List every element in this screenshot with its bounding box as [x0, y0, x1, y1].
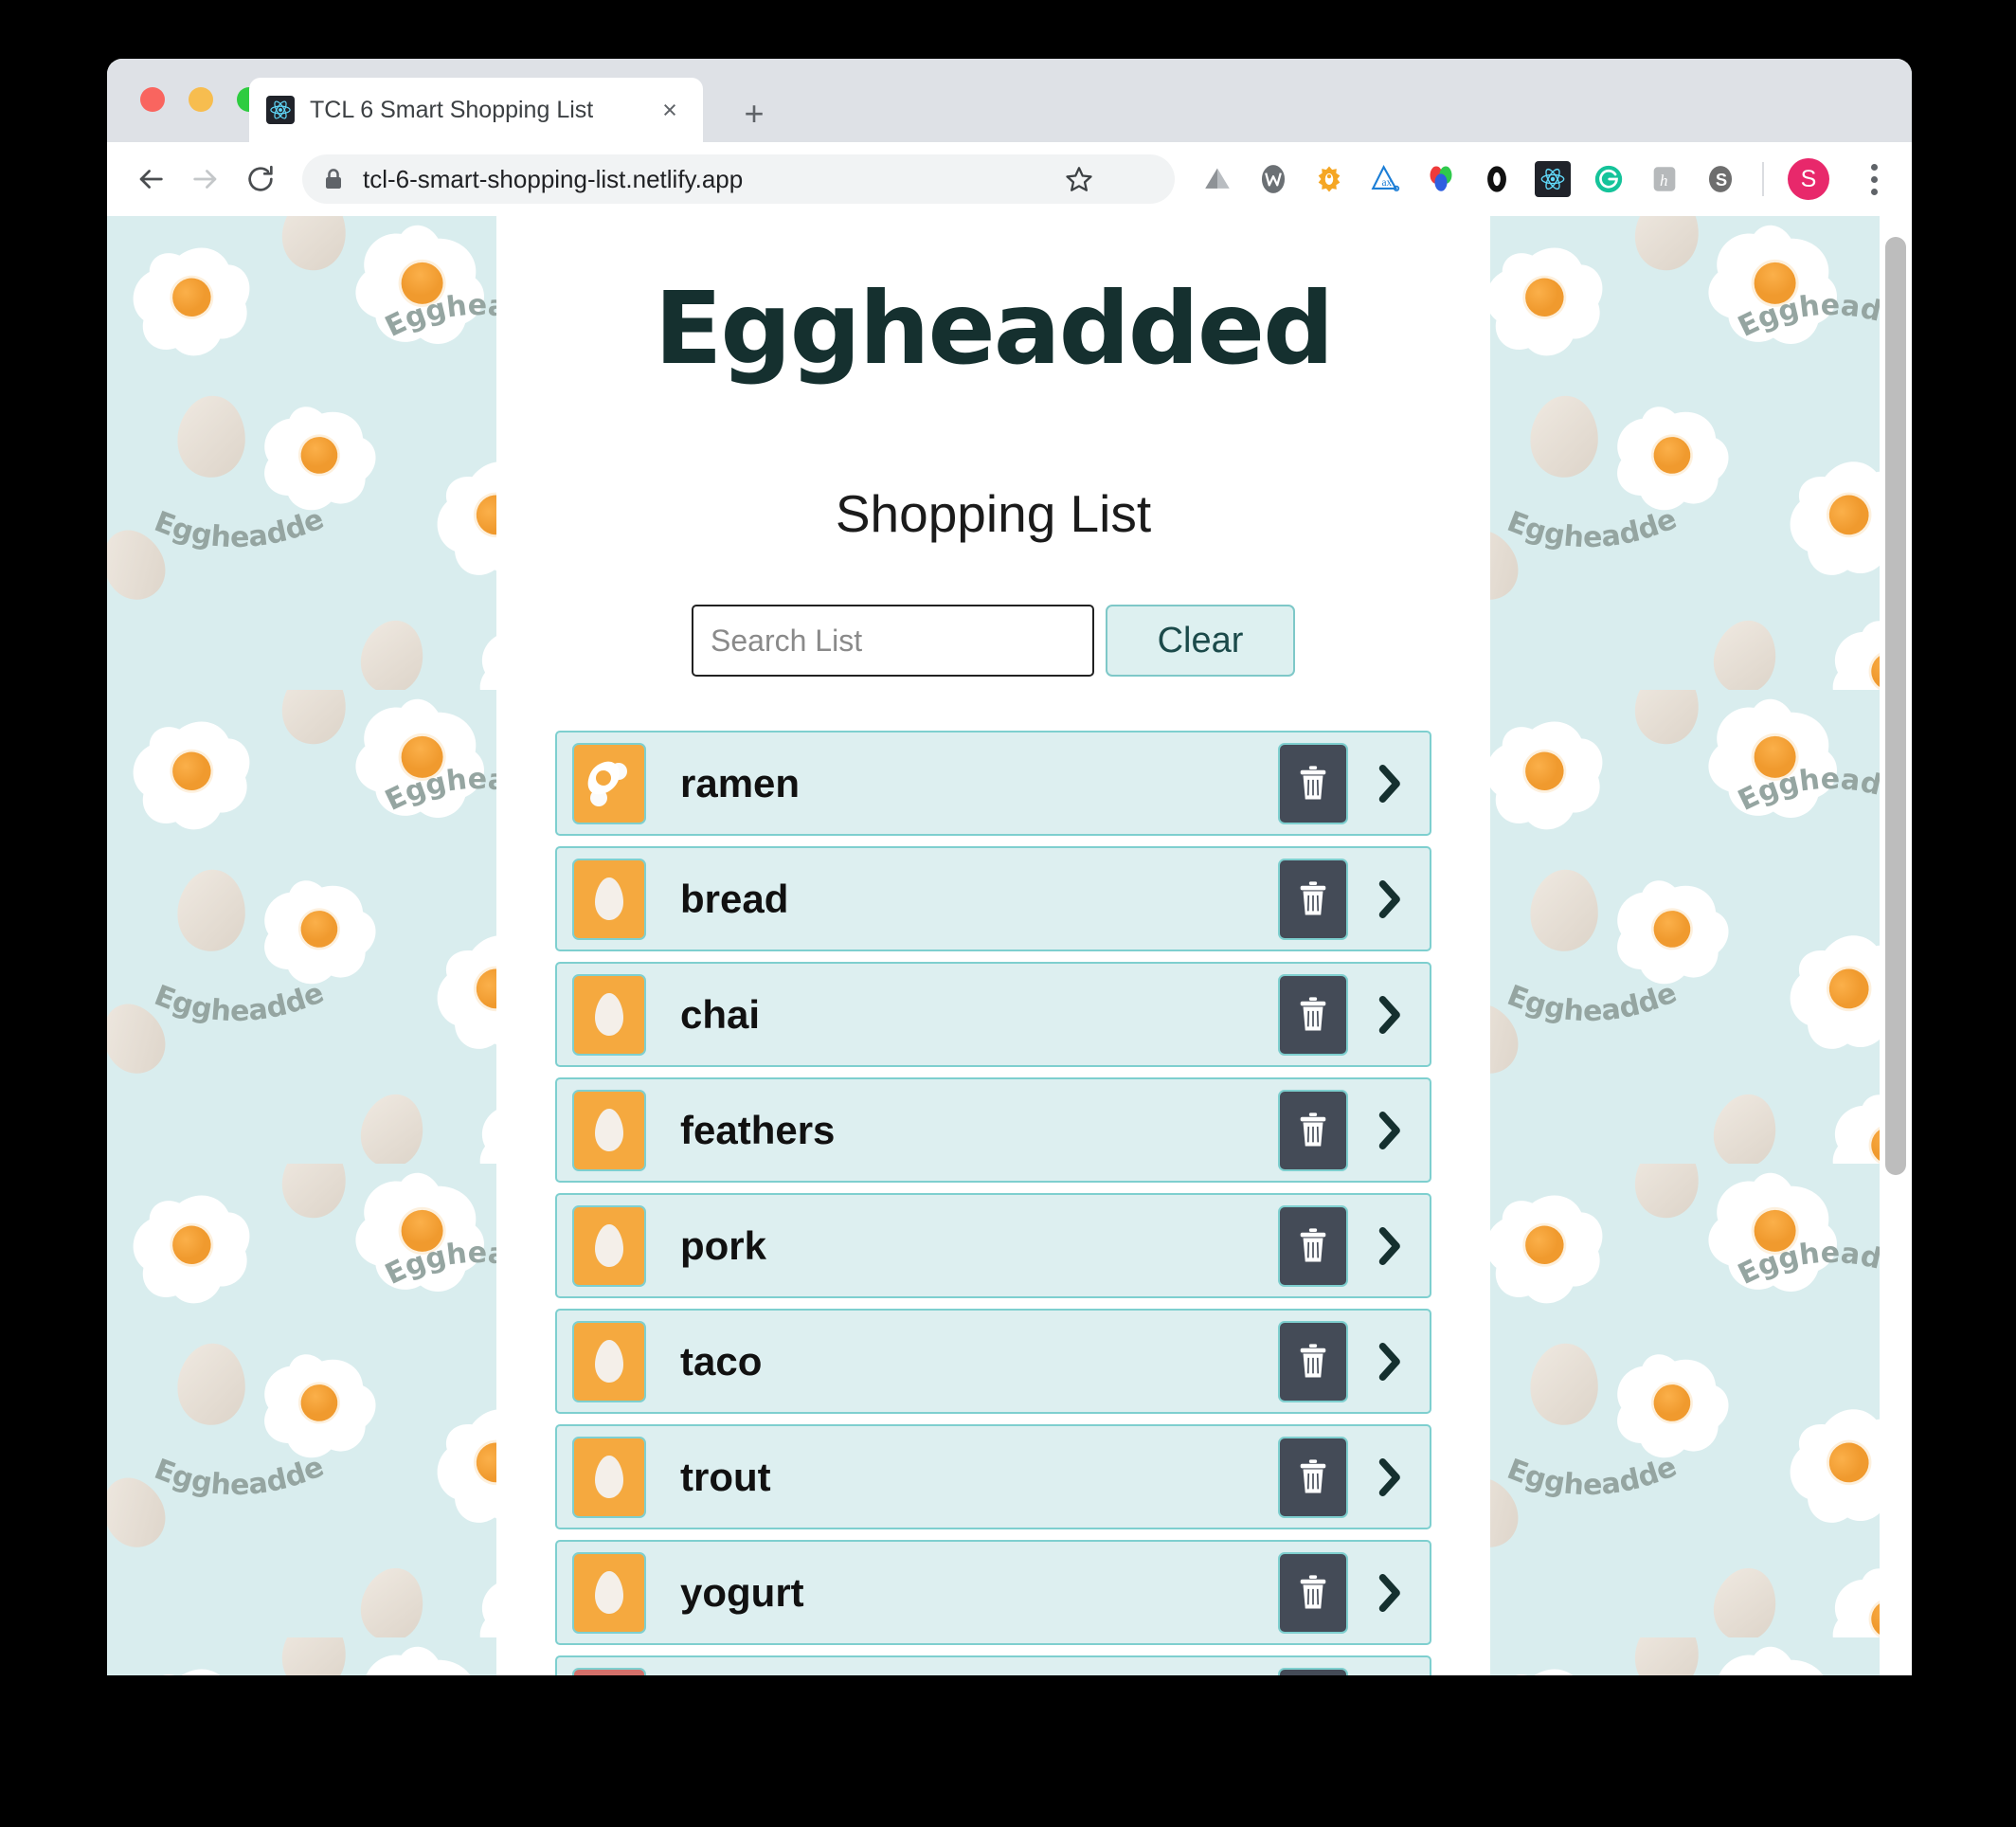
shopping-list-item-label: trout — [680, 1454, 771, 1499]
delete-item-button[interactable] — [1278, 858, 1348, 940]
new-tab-button[interactable]: + — [732, 92, 776, 136]
page-title: Eggheadded — [654, 271, 1335, 387]
shopping-list-item-label: pork — [680, 1222, 767, 1268]
egg-icon — [572, 1551, 646, 1634]
color-blobs-extension-icon[interactable] — [1423, 161, 1459, 197]
page-scrollbar[interactable] — [1880, 216, 1912, 1675]
shopping-list-item[interactable]: pork — [555, 1193, 1431, 1298]
delete-item-button[interactable] — [1278, 1436, 1348, 1518]
shopping-list-item-label: taco — [680, 1338, 763, 1384]
shopping-list: ramen bread chai feathers pork taco trout yogur… — [555, 731, 1431, 1675]
egg-icon — [572, 973, 646, 1056]
gear-extension-icon[interactable] — [1311, 161, 1347, 197]
shopping-list-item[interactable]: boar — [555, 1655, 1431, 1675]
triangle-extension-icon[interactable] — [1199, 161, 1235, 197]
delete-item-button[interactable] — [1278, 1204, 1348, 1287]
shopping-list-item[interactable]: chai — [555, 962, 1431, 1067]
browser-window: TCL 6 Smart Shopping List × + tcl-6-smar… — [107, 59, 1912, 1675]
delete-item-button[interactable] — [1278, 1551, 1348, 1634]
chevron-right-icon[interactable] — [1348, 1221, 1430, 1271]
delete-item-button[interactable] — [1278, 1089, 1348, 1171]
chevron-right-icon[interactable] — [1348, 759, 1430, 808]
bookmark-star-icon[interactable] — [1054, 154, 1104, 204]
shopping-list-item-label: bread — [680, 876, 789, 921]
shopping-list-item[interactable]: bread — [555, 846, 1431, 951]
shopping-list-item-label: ramen — [680, 760, 801, 805]
search-row: Clear — [496, 605, 1490, 677]
react-devtools-icon[interactable] — [1535, 161, 1571, 197]
svg-text:h: h — [1660, 172, 1668, 190]
chevron-right-icon[interactable] — [1348, 1106, 1430, 1155]
chevron-right-icon[interactable] — [1348, 1453, 1430, 1502]
lock-icon — [323, 168, 344, 190]
egg-icon — [572, 1320, 646, 1402]
address-bar[interactable]: tcl-6-smart-shopping-list.netlify.app — [302, 154, 1175, 204]
react-logo-icon — [266, 96, 295, 124]
close-tab-icon[interactable]: × — [654, 94, 686, 126]
shopping-list-item[interactable]: ramen — [555, 731, 1431, 836]
search-input[interactable] — [692, 605, 1094, 677]
h-extension-icon[interactable]: h — [1647, 161, 1683, 197]
clear-button[interactable]: Clear — [1106, 605, 1295, 677]
egg-icon — [572, 858, 646, 940]
minimize-window-button[interactable] — [189, 87, 213, 112]
forward-button[interactable] — [181, 154, 230, 204]
extension-icons: ax h S S — [1199, 156, 1893, 202]
chevron-right-icon[interactable] — [1348, 875, 1430, 924]
profile-avatar[interactable]: S — [1788, 158, 1829, 200]
toolbar-divider — [1762, 162, 1764, 196]
w-extension-icon[interactable] — [1255, 161, 1291, 197]
delete-item-button[interactable] — [1278, 973, 1348, 1056]
delete-item-button[interactable] — [1278, 1667, 1348, 1675]
tab-title: TCL 6 Smart Shopping List — [310, 96, 594, 123]
shopping-list-item[interactable]: taco — [555, 1309, 1431, 1414]
axe-accessibility-icon[interactable]: ax — [1367, 161, 1403, 197]
egg-icon — [572, 1667, 646, 1675]
shopping-list-item-label: feathers — [680, 1107, 836, 1152]
back-button[interactable] — [126, 154, 175, 204]
chevron-right-icon[interactable] — [1348, 990, 1430, 1040]
chevron-right-icon[interactable] — [1348, 1568, 1430, 1618]
ring-extension-icon[interactable] — [1479, 161, 1515, 197]
browser-toolbar: tcl-6-smart-shopping-list.netlify.app ax… — [107, 142, 1912, 216]
svg-text:ax: ax — [1381, 177, 1392, 189]
shopping-list-item-label: chai — [680, 991, 761, 1037]
egg-icon — [572, 1436, 646, 1518]
egg-icon — [572, 1204, 646, 1287]
s-extension-icon[interactable]: S — [1702, 161, 1738, 197]
browser-tab[interactable]: TCL 6 Smart Shopping List × — [249, 78, 703, 142]
app-content-column: Eggheadded Shopping List Clear ramen brea… — [496, 216, 1490, 1675]
svg-text:S: S — [1716, 170, 1727, 190]
grammarly-icon[interactable] — [1591, 161, 1627, 197]
fried-egg-cluster-icon — [572, 742, 646, 824]
delete-item-button[interactable] — [1278, 742, 1348, 824]
three-dot-menu-icon[interactable] — [1855, 156, 1893, 202]
address-bar-url: tcl-6-smart-shopping-list.netlify.app — [363, 164, 744, 193]
shopping-list-item-label: yogurt — [680, 1569, 804, 1615]
close-window-button[interactable] — [140, 87, 165, 112]
shopping-list-item[interactable]: feathers — [555, 1077, 1431, 1183]
page-viewport: Eggheadded Eggheadded Eggheadded S — [107, 216, 1912, 1675]
delete-item-button[interactable] — [1278, 1320, 1348, 1402]
chevron-right-icon[interactable] — [1348, 1337, 1430, 1386]
section-heading: Shopping List — [835, 484, 1152, 543]
reload-button[interactable] — [236, 154, 285, 204]
window-traffic-lights — [140, 87, 261, 112]
shopping-list-item[interactable]: yogurt — [555, 1540, 1431, 1645]
egg-icon — [572, 1089, 646, 1171]
scrollbar-thumb[interactable] — [1885, 237, 1906, 1175]
tab-strip: TCL 6 Smart Shopping List × + — [107, 59, 1912, 142]
shopping-list-item[interactable]: trout — [555, 1424, 1431, 1529]
